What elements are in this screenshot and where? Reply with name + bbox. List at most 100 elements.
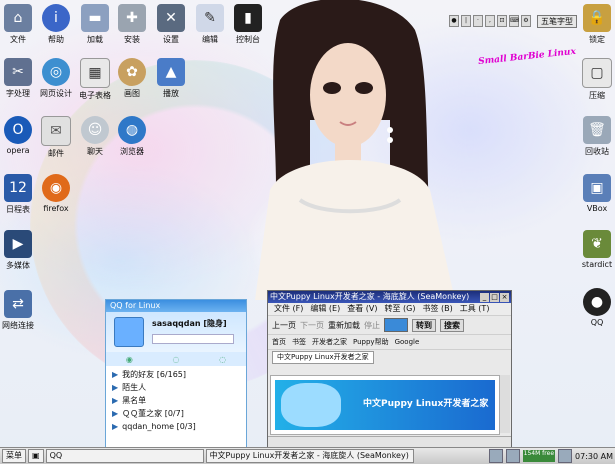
desktop-icon-webdesign[interactable]: ◎ 网页设计 (34, 58, 78, 99)
settings-tools-icon: ✕ (157, 4, 185, 32)
reload-button[interactable]: 重新加载 (328, 320, 360, 331)
desktop-icon-lock[interactable]: 🔒 锁定 (575, 4, 615, 45)
browser-window[interactable]: 中文Puppy Linux开发者之家 - 海底旋人 (SeaMonkey) _ □… (267, 290, 512, 450)
avatar[interactable] (114, 317, 144, 347)
desktop-icon-network[interactable]: ⇄ 网络连接 (0, 290, 40, 331)
ime-punct-icon[interactable]: , (485, 15, 495, 27)
archive-icon: ▢ (582, 58, 612, 88)
stop-button[interactable]: 停止 (364, 320, 380, 331)
desktop-icon-archive[interactable]: ▢ 压缩 (575, 58, 615, 101)
desktop-icon-play[interactable]: ▲ 播放 (149, 58, 193, 99)
qq-tabs: ◉ ◌ ◌ (106, 352, 246, 366)
player-icon: ▲ (157, 58, 185, 86)
list-item[interactable]: ▶ 我的好友 [6/165] (106, 368, 246, 381)
word-processor-icon: ✂ (4, 58, 32, 86)
bookmark-google[interactable]: Google (395, 338, 420, 346)
network-tray-icon[interactable] (488, 449, 503, 463)
calendar-icon: 12 (4, 174, 32, 202)
browser-tabbar: 中文Puppy Linux开发者之家 (268, 349, 511, 364)
maximize-button[interactable]: □ (490, 292, 499, 302)
paint-icon: ✿ (118, 58, 146, 86)
list-item[interactable]: ▶ 陌生人 (106, 381, 246, 394)
desktop-icon-console[interactable]: ▮ 控制台 (226, 4, 270, 45)
forward-button[interactable]: 下一页 (300, 320, 324, 331)
ime-toggle-icon[interactable]: | (461, 15, 471, 27)
menu-edit[interactable]: 编辑 (E) (310, 303, 340, 315)
page-content: 中文Puppy Linux开发者之家 (270, 375, 500, 435)
bookmark-bookmarks[interactable]: 书签 (292, 337, 306, 347)
ime-fullwidth-icon[interactable]: · (473, 15, 483, 27)
vertical-scrollbar[interactable] (499, 375, 510, 433)
back-button[interactable]: 上一页 (272, 320, 296, 331)
ime-toolbar: ● | · , ⊡ ⌨ ⚙ 五笔字型 (449, 14, 579, 28)
menu-go[interactable]: 转至 (G) (385, 303, 416, 315)
menu-file[interactable]: 文件 (F) (274, 303, 303, 315)
desktop-icon-qq[interactable]: ● QQ (575, 288, 615, 327)
start-menu-button[interactable]: 菜单 (2, 449, 26, 463)
brand-text: Small BarBie Linux (477, 46, 577, 68)
taskbar-item-browser[interactable]: 中文Puppy Linux开发者之家 - 海底旋人 (SeaMonkey) (205, 449, 414, 463)
tab-contacts[interactable]: ◉ (126, 355, 133, 364)
ime-penguin-icon[interactable]: ● (449, 15, 459, 27)
menu-tools[interactable]: 工具 (T) (460, 303, 490, 315)
go-button[interactable]: 转到 (412, 318, 436, 332)
desktop-icon-settings[interactable]: ✕ 设置 (149, 4, 193, 45)
desktop-icon-paint[interactable]: ✿ 画图 (110, 58, 154, 99)
editor-pen-icon: ✎ (196, 4, 224, 32)
qq-profile: sasaqqdan [隐身] (106, 312, 246, 352)
tab-page[interactable]: 中文Puppy Linux开发者之家 (272, 350, 374, 364)
home-folder-icon: ⌂ (4, 4, 32, 32)
volume-tray-icon[interactable] (505, 449, 520, 463)
desktop-icon-stardict[interactable]: ❦ stardict (575, 230, 615, 269)
system-tray: 154M free 07:30 AM (488, 449, 615, 463)
desktop-icon-help[interactable]: i 帮助 (34, 4, 78, 45)
tab-groups[interactable]: ◌ (172, 355, 179, 364)
browser-icon: ◍ (118, 116, 146, 144)
ime-mode-label[interactable]: 五笔字型 (537, 14, 577, 28)
qq-contact-list: ▶ 我的好友 [6/165] ▶ 陌生人 ▶ 黑名单 ▶ ＱＱ董之家 [0/7] ▶ qq… (106, 366, 246, 448)
banner-title: 中文Puppy Linux开发者之家 (363, 399, 489, 409)
ime-keyboard-icon[interactable]: ⌨ (509, 15, 519, 27)
close-button[interactable]: × (500, 292, 509, 302)
bookmark-devhome[interactable]: 开发者之家 (312, 337, 347, 347)
desktop-icon-install[interactable]: ✚ 安装 (110, 4, 154, 45)
desktop-icon-vbox[interactable]: ▣ VBox (575, 174, 615, 213)
list-item[interactable]: ▶ 黑名单 (106, 394, 246, 407)
desktop-icon-multimedia[interactable]: ▶ 多媒体 (0, 230, 40, 271)
tab-recent[interactable]: ◌ (219, 355, 226, 364)
taskbar-item-qq[interactable]: QQ (45, 449, 204, 463)
show-desktop-button[interactable]: ▣ (28, 449, 44, 463)
list-item[interactable]: ▶ ＱＱ董之家 [0/7] (106, 407, 246, 420)
site-banner[interactable]: 中文Puppy Linux开发者之家 (275, 380, 495, 430)
desktop-icon-trash[interactable]: 🗑 回收站 (575, 116, 615, 157)
minimize-button[interactable]: _ (480, 292, 489, 302)
bookmark-puppyhelp[interactable]: Puppy帮助 (353, 337, 389, 347)
desktop-icon-browser[interactable]: ◍ 浏览器 (110, 116, 154, 157)
clock[interactable]: 07:30 AM (575, 452, 613, 461)
browser-titlebar[interactable]: 中文Puppy Linux开发者之家 - 海底旋人 (SeaMonkey) _ □… (268, 291, 511, 303)
qq-signature-field[interactable] (152, 334, 234, 344)
ime-setup-icon[interactable]: ⚙ (521, 15, 531, 27)
chevron-right-icon: ▶ (112, 409, 119, 418)
menu-bookmarks[interactable]: 书签 (B) (422, 303, 452, 315)
bookmark-home[interactable]: 首页 (272, 337, 286, 347)
mail-icon: ✉ (41, 116, 71, 146)
list-item[interactable]: ▶ qqdan_home [0/3] (106, 420, 246, 433)
chevron-right-icon: ▶ (112, 422, 119, 431)
menu-view[interactable]: 查看 (V) (347, 303, 377, 315)
browser-title: 中文Puppy Linux开发者之家 - 海底旋人 (SeaMonkey) (270, 292, 470, 301)
qq-title[interactable]: QQ for Linux (106, 300, 246, 312)
url-field[interactable] (384, 318, 408, 332)
clock-tray-icon[interactable] (558, 449, 573, 463)
ime-lock-icon[interactable]: ⊡ (497, 15, 507, 27)
desktop-icon-mail[interactable]: ✉ 邮件 (34, 116, 78, 159)
taskbar: 菜单 ▣ QQ 中文Puppy Linux开发者之家 - 海底旋人 (SeaMo… (0, 447, 615, 464)
dictionary-icon: ❦ (583, 230, 611, 258)
doll-wallpaper (255, 0, 455, 300)
desktop-icon-firefox[interactable]: ◉ firefox (34, 174, 78, 213)
qq-username[interactable]: sasaqqdan [隐身] (152, 318, 227, 329)
search-button[interactable]: 搜索 (440, 318, 464, 332)
qq-window[interactable]: QQ for Linux sasaqqdan [隐身] ◉ ◌ ◌ ▶ 我的好友 … (105, 299, 247, 449)
firefox-icon: ◉ (42, 174, 70, 202)
chevron-right-icon: ▶ (112, 383, 119, 392)
